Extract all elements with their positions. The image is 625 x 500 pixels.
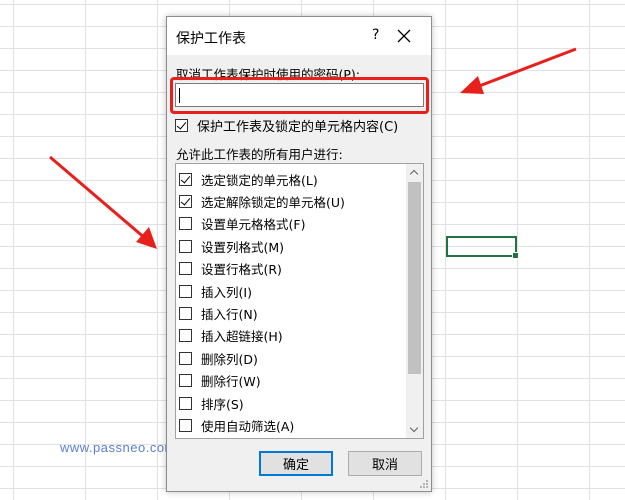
annotation-arrows [49,47,577,249]
arrow-right-pointing-to-password [460,47,577,94]
arrow-left-pointing-to-list [49,155,157,249]
